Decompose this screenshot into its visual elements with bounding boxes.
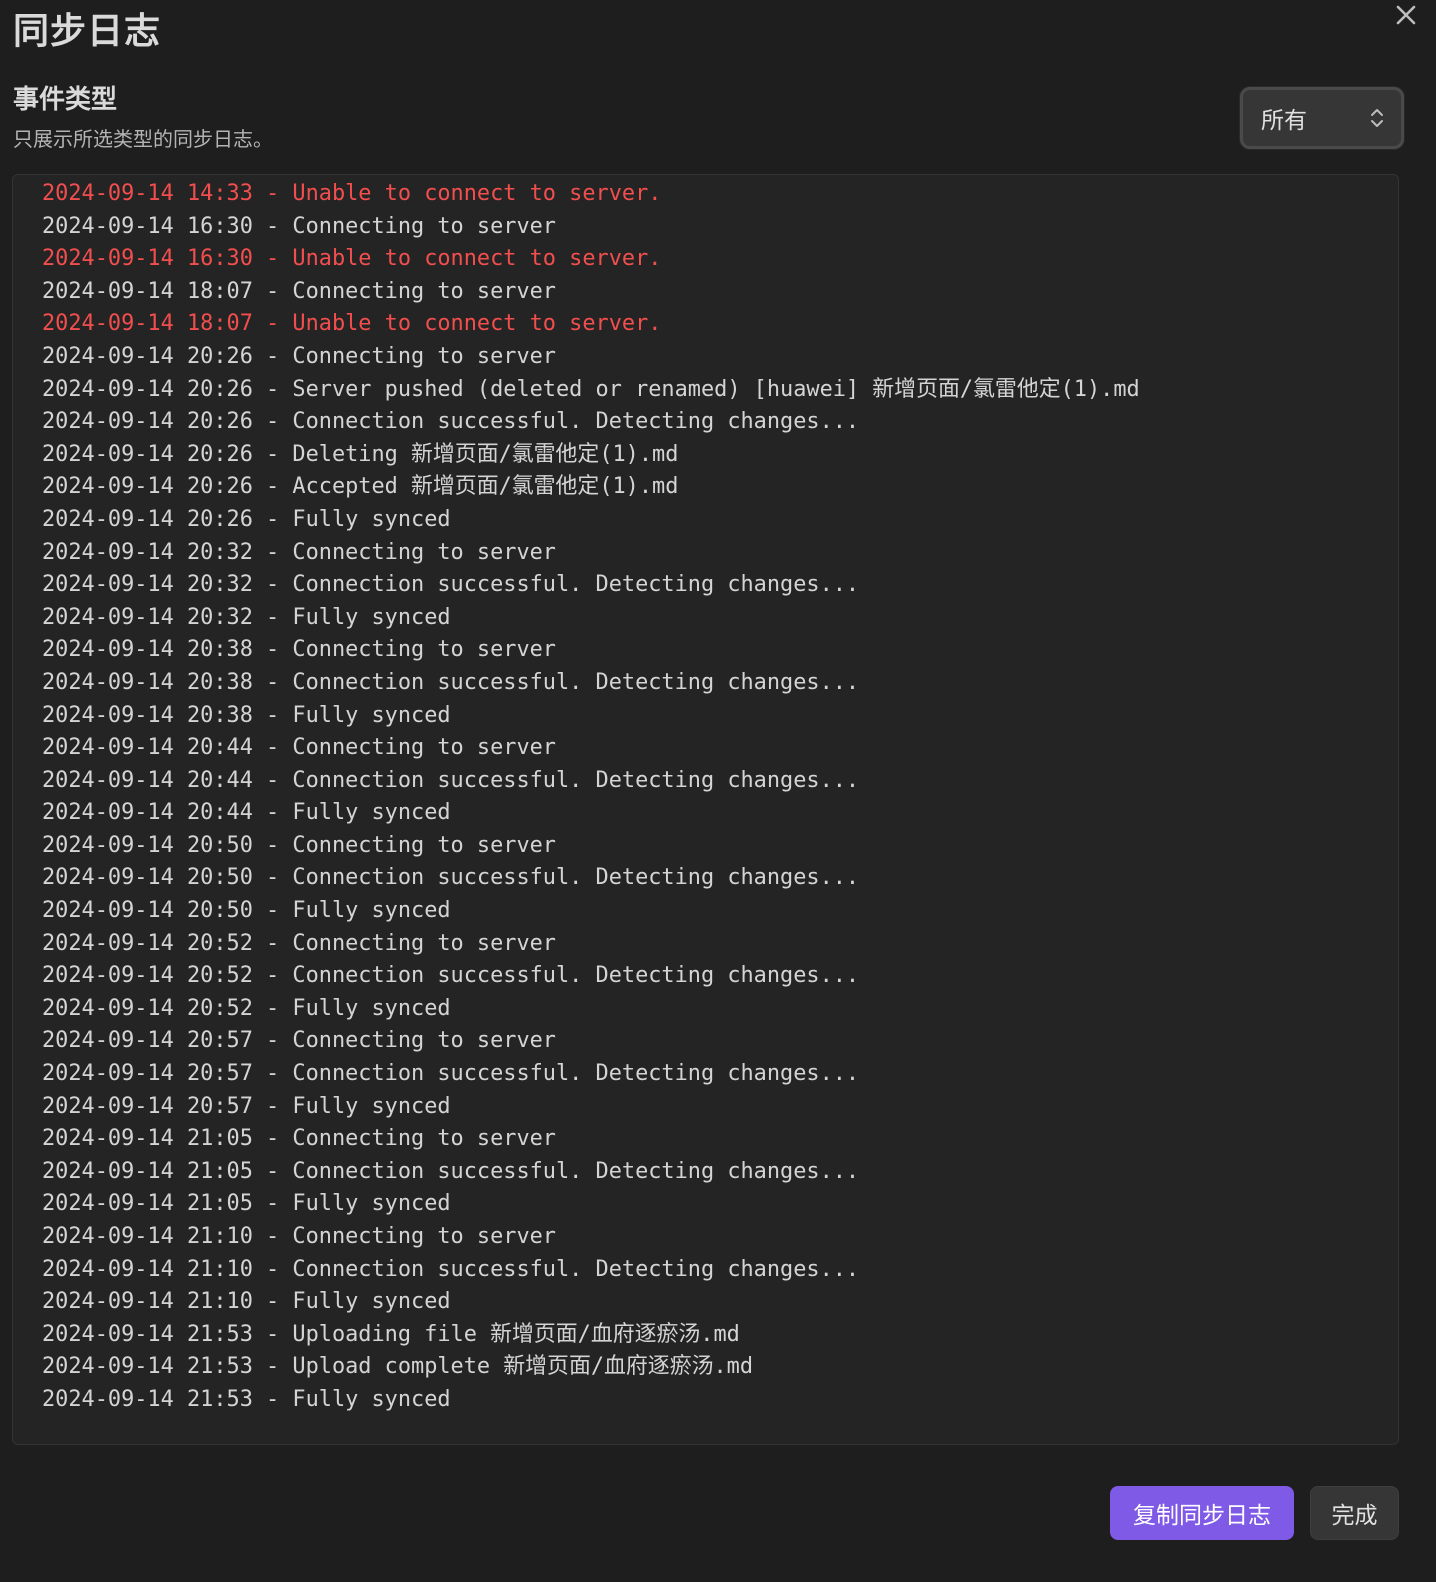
- log-line: 2024-09-14 16:30 - Connecting to server: [42, 213, 556, 239]
- log-line: 2024-09-14 21:53 - Uploading file 新增页面/血…: [42, 1321, 740, 1347]
- log-line: 2024-09-14 20:52 - Fully synced: [42, 995, 451, 1021]
- log-panel[interactable]: 2024-09-14 14:33 - Unable to connect to …: [12, 174, 1399, 1445]
- log-line-error: 2024-09-14 16:30 - Unable to connect to …: [42, 246, 662, 272]
- log-line: 2024-09-14 20:32 - Connecting to server: [42, 539, 556, 565]
- event-type-dropdown[interactable]: 所有: [1240, 87, 1404, 149]
- setting-name: 事件类型: [13, 85, 118, 115]
- log-line: 2024-09-14 20:32 - Fully synced: [42, 604, 451, 630]
- log-line: 2024-09-14 20:26 - Deleting 新增页面/氯雷他定(1)…: [42, 441, 679, 467]
- log-line: 2024-09-14 20:26 - Fully synced: [42, 506, 451, 532]
- log-line: 2024-09-14 20:26 - Accepted 新增页面/氯雷他定(1)…: [42, 474, 679, 500]
- chevron-up-down-icon: [1371, 109, 1383, 127]
- log-line: 2024-09-14 20:38 - Fully synced: [42, 702, 451, 728]
- log-line: 2024-09-14 20:44 - Connecting to server: [42, 735, 556, 761]
- done-button[interactable]: 完成: [1310, 1486, 1399, 1540]
- log-line: 2024-09-14 21:10 - Fully synced: [42, 1289, 451, 1315]
- log-line: 2024-09-14 21:05 - Connection successful…: [42, 1158, 860, 1184]
- log-line: 2024-09-14 20:50 - Connection successful…: [42, 865, 860, 891]
- log-line: 2024-09-14 21:53 - Fully synced: [42, 1386, 451, 1412]
- setting-description: 只展示所选类型的同步日志。: [13, 127, 273, 151]
- close-button[interactable]: [1388, 0, 1424, 30]
- log-line: 2024-09-14 20:26 - Connecting to server: [42, 343, 556, 369]
- log-line: 2024-09-14 20:38 - Connection successful…: [42, 669, 860, 695]
- log-line: 2024-09-14 20:44 - Connection successful…: [42, 767, 860, 793]
- log-line: 2024-09-14 20:26 - Connection successful…: [42, 409, 860, 435]
- log-line: 2024-09-14 21:53 - Upload complete 新增页面/…: [42, 1354, 754, 1380]
- log-line-error: 2024-09-14 18:07 - Unable to connect to …: [42, 311, 662, 337]
- log-line: 2024-09-14 21:10 - Connecting to server: [42, 1224, 556, 1249]
- log-line: 2024-09-14 20:52 - Connecting to server: [42, 930, 556, 956]
- log-line: 2024-09-14 21:05 - Connecting to server: [42, 1126, 556, 1152]
- log-line: 2024-09-14 20:32 - Connection successful…: [42, 572, 860, 598]
- log-line: 2024-09-14 20:52 - Connection successful…: [42, 963, 860, 989]
- close-icon: [1396, 5, 1416, 25]
- copy-sync-log-button[interactable]: 复制同步日志: [1110, 1486, 1294, 1540]
- log-line: 2024-09-14 20:50 - Fully synced: [42, 898, 451, 924]
- log-line: 2024-09-14 20:57 - Connecting to server: [42, 1028, 556, 1054]
- log-line: 2024-09-14 18:07 - Connecting to server: [42, 278, 556, 304]
- log-line: 2024-09-14 20:26 - Server pushed (delete…: [42, 376, 1140, 402]
- log-line-error: 2024-09-14 14:33 - Unable to connect to …: [42, 181, 662, 206]
- log-line: 2024-09-14 20:50 - Connecting to server: [42, 832, 556, 858]
- log-line: 2024-09-14 21:05 - Fully synced: [42, 1191, 451, 1217]
- log-line: 2024-09-14 20:57 - Fully synced: [42, 1093, 451, 1119]
- modal-title: 同步日志: [13, 11, 162, 52]
- log-line: 2024-09-14 20:57 - Connection successful…: [42, 1061, 860, 1087]
- dropdown-value: 所有: [1261, 108, 1307, 134]
- log-line: 2024-09-14 20:38 - Connecting to server: [42, 637, 556, 663]
- log-line: 2024-09-14 21:10 - Connection successful…: [42, 1256, 860, 1282]
- log-line: 2024-09-14 20:44 - Fully synced: [42, 800, 451, 826]
